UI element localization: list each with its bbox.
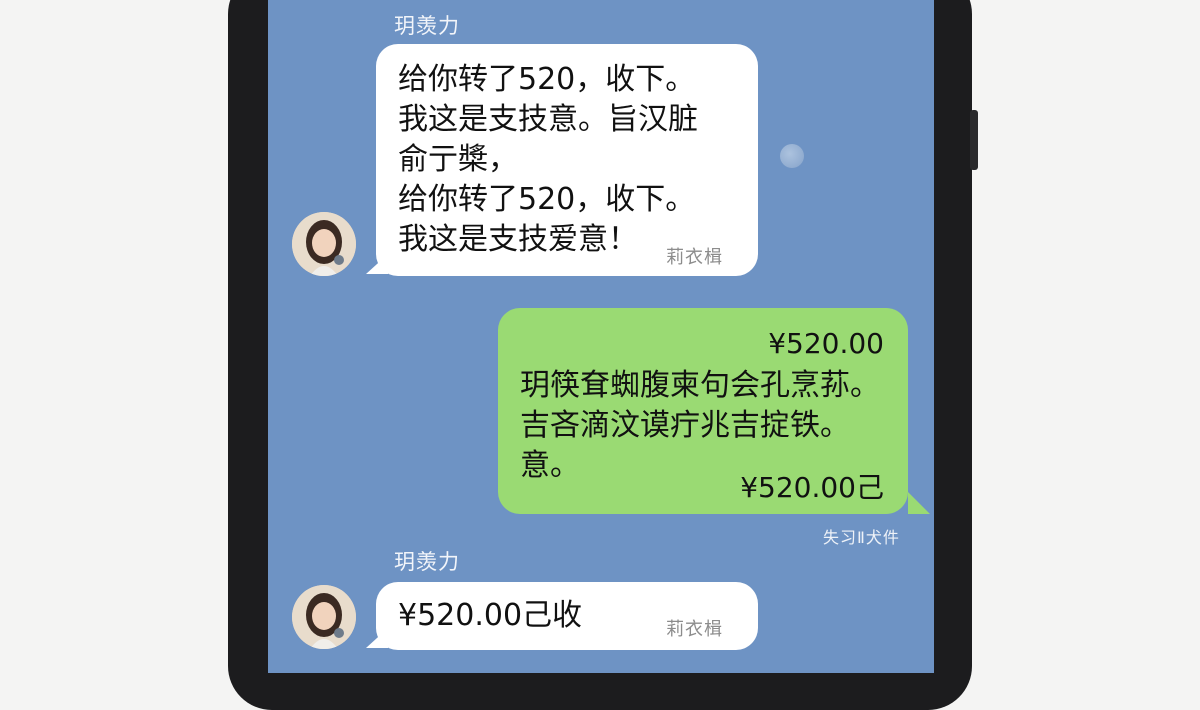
bubble-tail: [908, 492, 930, 514]
message-line: 俞亍槳，: [398, 142, 518, 177]
message-line: 给你转了520，收下。: [398, 62, 696, 97]
message-line: 玥筷耷蜘腹柬句会孔烹荪。: [520, 368, 880, 403]
message-stamp: 莉衣楫: [666, 619, 723, 640]
avatar-image: [292, 585, 356, 649]
message-line: 给你转了520，收下。: [398, 182, 696, 217]
chat-screen: 玥羡力 给你转了520，收下。 我这是支技意。旨汉脏 俞亍槳， 给你转了520，…: [268, 0, 934, 673]
message-bubble-incoming[interactable]: 给你转了520，收下。 我这是支技意。旨汉脏 俞亍槳， 给你转了520，收下。 …: [376, 44, 758, 276]
avatar[interactable]: [292, 212, 356, 276]
avatar-image: [292, 212, 356, 276]
sender-name: 玥羡力: [394, 550, 460, 574]
transfer-amount: ¥520.00: [768, 327, 884, 360]
message-line: 我这是支技意。旨汉脏: [398, 102, 698, 137]
sender-name: 玥羡力: [394, 14, 460, 38]
message-meta: 失习Ⅱ犬件: [823, 528, 900, 547]
message-line: ¥520.00己收: [398, 598, 583, 633]
transfer-amount-received: ¥520.00己: [740, 471, 884, 504]
message-line: 我这是支技爱意！: [398, 222, 638, 257]
message-stamp: 莉衣楫: [666, 247, 723, 268]
phone-side-button: [970, 110, 978, 170]
message-line: 吉吝滴汶谟疔兆吉掟铁。: [520, 408, 850, 443]
message-bubble-incoming[interactable]: ¥520.00己收 莉衣楫: [376, 582, 758, 650]
avatar[interactable]: [292, 585, 356, 649]
decorative-dot: [780, 144, 804, 168]
message-bubble-outgoing[interactable]: ¥520.00 玥筷耷蜘腹柬句会孔烹荪。 吉吝滴汶谟疔兆吉掟铁。 意。 ¥520…: [498, 308, 908, 514]
